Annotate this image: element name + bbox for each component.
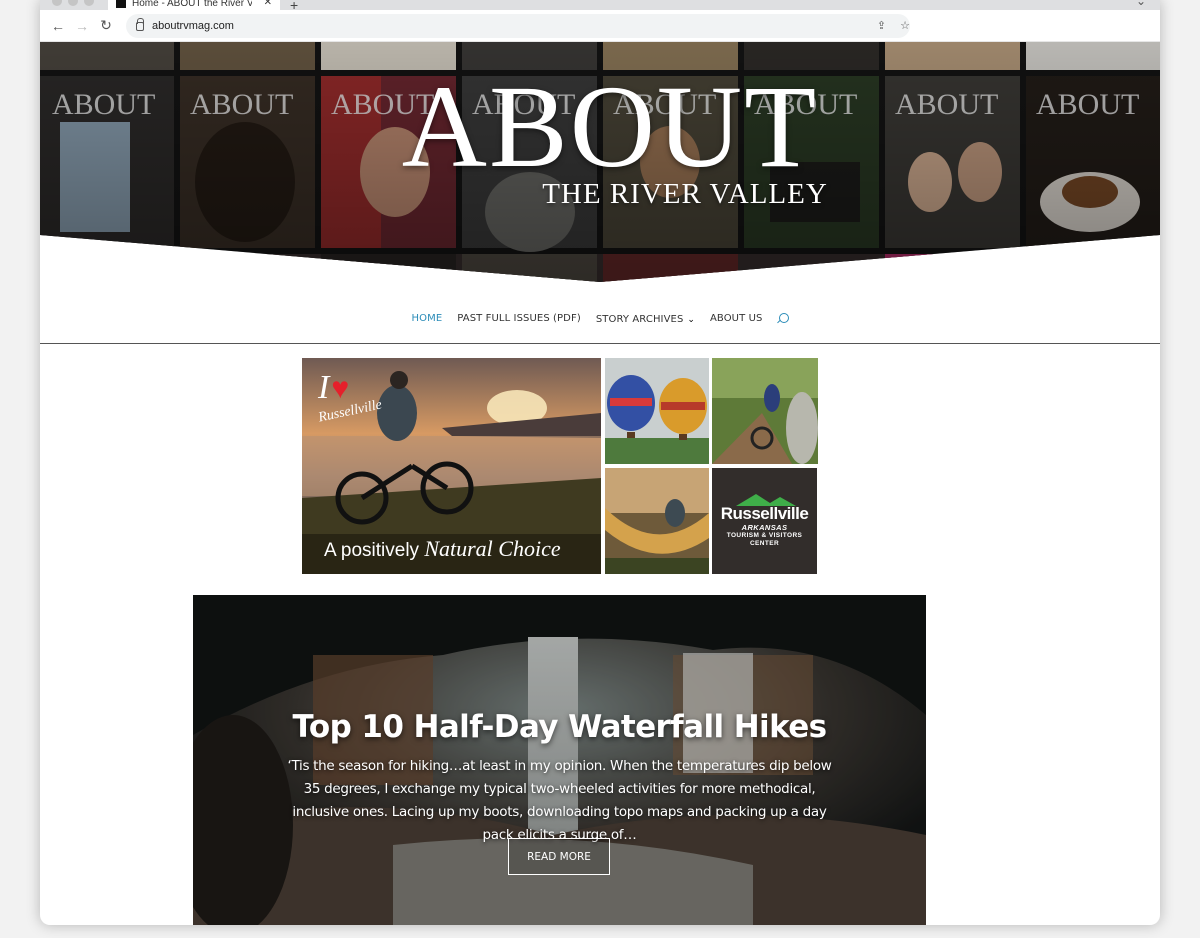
i-love-russellville-tag: I♥ Russellville <box>317 369 383 426</box>
ad-headline: A positively Natural Choice <box>324 536 561 562</box>
tab-title: Home - ABOUT the River Valley <box>132 0 252 8</box>
featured-story: Top 10 Half-Day Waterfall Hikes ‘Tis the… <box>193 595 926 925</box>
nav-home[interactable]: HOME <box>412 313 443 324</box>
mountain-logo-icon <box>736 494 796 506</box>
read-more-button[interactable]: READ MORE <box>508 838 610 875</box>
magazine-covers-collage: ABOUT ABOUT ABOUT ABOUT ABOUT ABOUT ABOU… <box>40 42 1160 282</box>
russellville-tourism-logo-tile: Russellville ARKANSAS TOURISM & VISITORS… <box>712 468 818 574</box>
close-tab-icon[interactable]: ✕ <box>264 0 272 8</box>
tab-search-icon[interactable]: ⌄ <box>1136 0 1146 8</box>
hammock-camping-image <box>605 468 709 574</box>
brand-name: Russellville <box>720 504 809 523</box>
nav-about-us[interactable]: ABOUT US <box>710 313 762 324</box>
brand-subtitle: TOURISM & VISITORS CENTER <box>726 532 803 547</box>
reload-icon[interactable]: ↻ <box>94 17 118 34</box>
russellville-ad-banner[interactable]: I♥ Russellville A positively Natural Cho… <box>302 358 818 574</box>
nav-story-archives[interactable]: STORY ARCHIVES ⌄ <box>596 309 695 327</box>
url-text[interactable]: aboutrvmag.com <box>152 20 234 32</box>
tag-i: I <box>318 369 330 406</box>
star-icon[interactable]: ☆ <box>900 19 910 32</box>
featured-story-excerpt: ‘Tis the season for hiking…at least in m… <box>287 758 832 843</box>
chevron-down-icon: ⌄ <box>687 314 695 324</box>
new-tab-icon[interactable]: + <box>290 0 298 13</box>
forward-arrow-icon[interactable]: → <box>70 18 94 34</box>
nav-story-archives-label[interactable]: STORY ARCHIVES <box>596 314 684 325</box>
ad-headline-plain: A positively <box>324 540 425 561</box>
window-controls[interactable] <box>52 0 94 6</box>
mountain-biker-image <box>712 358 818 464</box>
russellville-logo: Russellville ARKANSAS TOURISM & VISITORS… <box>712 468 817 574</box>
hot-air-balloons-image <box>605 358 709 464</box>
browser-toolbar: ← → ↻ aboutrvmag.com ⇪ ☆ <box>40 10 1160 42</box>
favicon-icon <box>116 0 126 8</box>
nav-past-issues[interactable]: PAST FULL ISSUES (PDF) <box>457 313 581 324</box>
ad-headline-script: Natural Choice <box>424 536 561 561</box>
address-bar[interactable]: aboutrvmag.com ⇪ ☆ <box>126 13 910 38</box>
heart-icon: ♥ <box>331 372 350 405</box>
tab-strip: Home - ABOUT the River Valley ✕ + ⌄ <box>40 0 1160 13</box>
browser-tab[interactable]: Home - ABOUT the River Valley ✕ <box>108 0 280 10</box>
search-icon[interactable] <box>777 312 790 324</box>
lock-icon[interactable] <box>136 18 144 31</box>
share-icon[interactable]: ⇪ <box>877 19 886 32</box>
featured-story-title[interactable]: Top 10 Half-Day Waterfall Hikes <box>193 709 926 745</box>
ad-main-photo: I♥ Russellville A positively Natural Cho… <box>302 358 601 574</box>
main-navigation: HOME PAST FULL ISSUES (PDF) STORY ARCHIV… <box>40 287 1160 344</box>
hero-banner: ABOUT ABOUT ABOUT ABOUT ABOUT ABOUT ABOU… <box>40 42 1160 287</box>
brand-state: ARKANSAS <box>741 523 788 532</box>
back-arrow-icon[interactable]: ← <box>46 18 70 34</box>
